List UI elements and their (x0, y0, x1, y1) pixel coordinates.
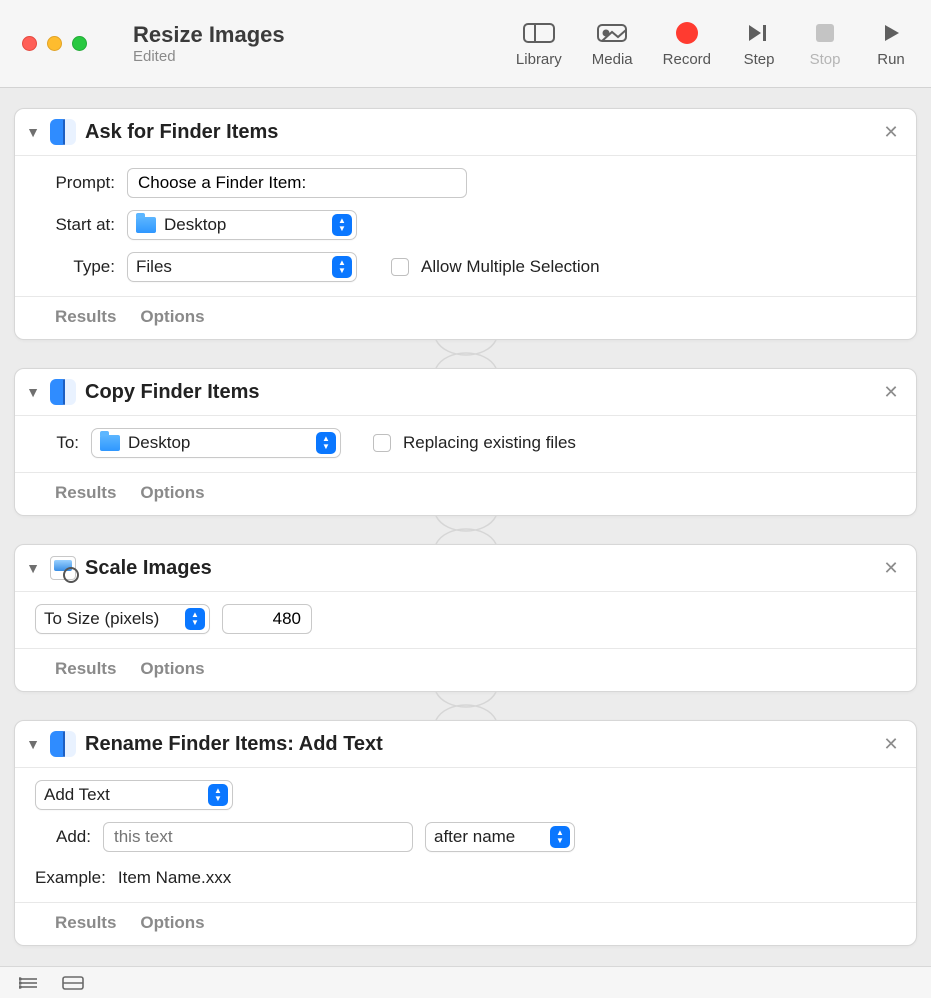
select-stepper-icon (332, 256, 352, 278)
run-icon (873, 19, 909, 47)
select-stepper-icon (185, 608, 205, 630)
example-label: Example: (35, 868, 106, 888)
add-text-label: Add: (31, 827, 91, 847)
to-select[interactable]: Desktop (91, 428, 341, 458)
select-stepper-icon (550, 826, 570, 848)
preview-icon (50, 555, 76, 581)
remove-action-button[interactable]: ✕ (880, 558, 902, 579)
select-stepper-icon (208, 784, 228, 806)
stop-button[interactable]: Stop (807, 19, 843, 68)
disclosure-triangle-icon[interactable]: ▼ (25, 384, 41, 400)
record-icon (669, 19, 705, 47)
action-rename-finder-items: ▼ Rename Finder Items: Add Text ✕ Add Te… (14, 720, 917, 946)
toolbar: Library Media Record (516, 19, 909, 68)
to-label: To: (31, 433, 79, 453)
zoom-window-button[interactable] (72, 36, 87, 51)
variables-view-button[interactable] (62, 975, 84, 991)
action-title: Copy Finder Items (85, 381, 871, 404)
action-title: Rename Finder Items: Add Text (85, 733, 871, 756)
action-header[interactable]: ▼ Scale Images ✕ (15, 545, 916, 592)
remove-action-button[interactable]: ✕ (880, 122, 902, 143)
connector (14, 692, 917, 720)
media-icon (594, 19, 630, 47)
media-button[interactable]: Media (592, 19, 633, 68)
stop-icon (807, 19, 843, 47)
connector (14, 516, 917, 544)
action-header[interactable]: ▼ Copy Finder Items ✕ (15, 369, 916, 416)
options-button[interactable]: Options (140, 659, 204, 679)
action-header[interactable]: ▼ Ask for Finder Items ✕ (15, 109, 916, 156)
replacing-label: Replacing existing files (403, 433, 576, 453)
results-button[interactable]: Results (55, 659, 116, 679)
start-at-label: Start at: (31, 215, 115, 235)
workflow-area: ▼ Ask for Finder Items ✕ Prompt: Start a… (0, 88, 931, 946)
finder-icon (50, 379, 76, 405)
action-title: Ask for Finder Items (85, 121, 871, 144)
run-button[interactable]: Run (873, 19, 909, 68)
select-stepper-icon (332, 214, 352, 236)
record-button[interactable]: Record (663, 19, 711, 68)
disclosure-triangle-icon[interactable]: ▼ (25, 736, 41, 752)
position-select[interactable]: after name (425, 822, 575, 852)
titlebar: Resize Images Edited Library Media (0, 0, 931, 88)
prompt-input[interactable] (127, 168, 467, 198)
options-button[interactable]: Options (140, 307, 204, 327)
add-text-input[interactable] (103, 822, 413, 852)
action-header[interactable]: ▼ Rename Finder Items: Add Text ✕ (15, 721, 916, 768)
options-button[interactable]: Options (140, 913, 204, 933)
remove-action-button[interactable]: ✕ (880, 382, 902, 403)
rename-mode-select[interactable]: Add Text (35, 780, 233, 810)
action-scale-images: ▼ Scale Images ✕ To Size (pixels) Result… (14, 544, 917, 692)
connector (14, 340, 917, 368)
window-controls (22, 36, 87, 51)
finder-icon (50, 731, 76, 757)
document-title: Resize Images (133, 22, 285, 47)
prompt-label: Prompt: (31, 173, 115, 193)
title-block: Resize Images Edited (133, 22, 285, 65)
scale-size-input[interactable] (222, 604, 312, 634)
results-button[interactable]: Results (55, 483, 116, 503)
action-copy-finder-items: ▼ Copy Finder Items ✕ To: Desktop Replac… (14, 368, 917, 516)
disclosure-triangle-icon[interactable]: ▼ (25, 560, 41, 576)
document-subtitle: Edited (133, 48, 285, 65)
results-button[interactable]: Results (55, 307, 116, 327)
library-icon (521, 19, 557, 47)
results-button[interactable]: Results (55, 913, 116, 933)
log-view-button[interactable] (18, 975, 40, 991)
library-button[interactable]: Library (516, 19, 562, 68)
statusbar (0, 966, 931, 998)
allow-multiple-checkbox[interactable] (391, 258, 409, 276)
start-at-select[interactable]: Desktop (127, 210, 357, 240)
step-icon (741, 19, 777, 47)
finder-icon (50, 119, 76, 145)
example-value: Item Name.xxx (118, 868, 231, 888)
allow-multiple-label: Allow Multiple Selection (421, 257, 600, 277)
folder-icon (136, 217, 156, 233)
replacing-checkbox[interactable] (373, 434, 391, 452)
minimize-window-button[interactable] (47, 36, 62, 51)
folder-icon (100, 435, 120, 451)
type-label: Type: (31, 257, 115, 277)
type-select[interactable]: Files (127, 252, 357, 282)
select-stepper-icon (316, 432, 336, 454)
action-title: Scale Images (85, 557, 871, 580)
remove-action-button[interactable]: ✕ (880, 734, 902, 755)
disclosure-triangle-icon[interactable]: ▼ (25, 124, 41, 140)
options-button[interactable]: Options (140, 483, 204, 503)
scale-mode-select[interactable]: To Size (pixels) (35, 604, 210, 634)
action-ask-for-finder-items: ▼ Ask for Finder Items ✕ Prompt: Start a… (14, 108, 917, 340)
close-window-button[interactable] (22, 36, 37, 51)
step-button[interactable]: Step (741, 19, 777, 68)
